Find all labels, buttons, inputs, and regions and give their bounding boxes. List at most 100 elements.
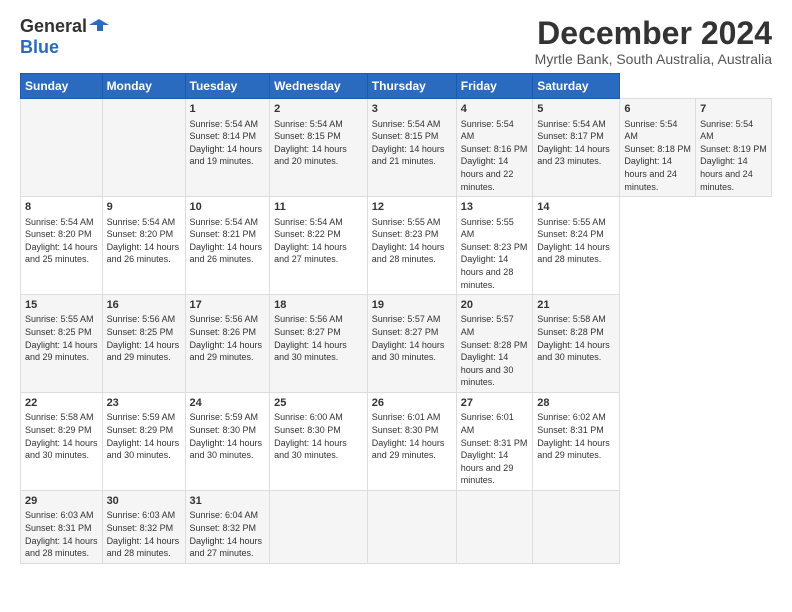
calendar-table: SundayMondayTuesdayWednesdayThursdayFrid… [20,73,772,564]
sunset-text: Sunset: 8:15 PM [372,131,439,141]
daylight-text: Daylight: 14 hours and 24 minutes. [700,156,753,191]
sunrise-text: Sunrise: 5:54 AM [372,119,441,129]
title-section: December 2024 Myrtle Bank, South Austral… [535,16,772,67]
daylight-text: Daylight: 14 hours and 30 minutes. [537,340,610,363]
sunset-text: Sunset: 8:23 PM [461,242,528,252]
column-header-sunday: Sunday [21,74,103,99]
header-row: SundayMondayTuesdayWednesdayThursdayFrid… [21,74,772,99]
sunrise-text: Sunrise: 5:56 AM [274,314,343,324]
header: General Blue December 2024 Myrtle Bank, … [20,16,772,67]
sunset-text: Sunset: 8:32 PM [107,523,174,533]
daylight-text: Daylight: 14 hours and 29 minutes. [372,438,445,461]
day-number: 2 [274,102,363,117]
calendar-cell: 11Sunrise: 5:54 AMSunset: 8:22 PMDayligh… [270,197,368,295]
calendar-cell: 14Sunrise: 5:55 AMSunset: 8:24 PMDayligh… [533,197,620,295]
day-number: 23 [107,396,181,411]
sunrise-text: Sunrise: 6:04 AM [190,510,259,520]
logo-text: General [20,16,109,37]
calendar-cell: 31Sunrise: 6:04 AMSunset: 8:32 PMDayligh… [185,491,270,564]
sunrise-text: Sunrise: 5:55 AM [537,217,606,227]
sunset-text: Sunset: 8:30 PM [190,425,257,435]
calendar-cell: 29Sunrise: 6:03 AMSunset: 8:31 PMDayligh… [21,491,103,564]
daylight-text: Daylight: 14 hours and 23 minutes. [537,144,610,167]
column-header-saturday: Saturday [533,74,620,99]
sunrise-text: Sunrise: 5:59 AM [190,412,259,422]
sunset-text: Sunset: 8:14 PM [190,131,257,141]
daylight-text: Daylight: 14 hours and 25 minutes. [25,242,98,265]
day-number: 16 [107,298,181,313]
week-row-2: 8Sunrise: 5:54 AMSunset: 8:20 PMDaylight… [21,197,772,295]
sunset-text: Sunset: 8:17 PM [537,131,604,141]
calendar-cell: 18Sunrise: 5:56 AMSunset: 8:27 PMDayligh… [270,295,368,393]
daylight-text: Daylight: 14 hours and 22 minutes. [461,156,514,191]
column-header-thursday: Thursday [367,74,456,99]
day-number: 22 [25,396,98,411]
calendar-cell [456,491,532,564]
day-number: 19 [372,298,452,313]
sunset-text: Sunset: 8:15 PM [274,131,341,141]
sunrise-text: Sunrise: 5:56 AM [190,314,259,324]
sunset-text: Sunset: 8:24 PM [537,229,604,239]
sunrise-text: Sunrise: 6:00 AM [274,412,343,422]
sunrise-text: Sunrise: 5:57 AM [461,314,514,337]
calendar-cell: 21Sunrise: 5:58 AMSunset: 8:28 PMDayligh… [533,295,620,393]
daylight-text: Daylight: 14 hours and 28 minutes. [461,254,514,289]
sunset-text: Sunset: 8:19 PM [700,144,767,154]
column-header-tuesday: Tuesday [185,74,270,99]
logo-blue-text: Blue [20,37,59,58]
main-title: December 2024 [535,16,772,51]
sunset-text: Sunset: 8:21 PM [190,229,257,239]
sunset-text: Sunset: 8:31 PM [25,523,92,533]
day-number: 10 [190,200,266,215]
page: General Blue December 2024 Myrtle Bank, … [0,0,792,612]
calendar-cell: 22Sunrise: 5:58 AMSunset: 8:29 PMDayligh… [21,393,103,491]
daylight-text: Daylight: 14 hours and 30 minutes. [274,438,347,461]
sunset-text: Sunset: 8:30 PM [372,425,439,435]
calendar-cell: 13Sunrise: 5:55 AMSunset: 8:23 PMDayligh… [456,197,532,295]
sunset-text: Sunset: 8:23 PM [372,229,439,239]
calendar-cell: 24Sunrise: 5:59 AMSunset: 8:30 PMDayligh… [185,393,270,491]
calendar-cell: 12Sunrise: 5:55 AMSunset: 8:23 PMDayligh… [367,197,456,295]
week-row-1: 1Sunrise: 5:54 AMSunset: 8:14 PMDaylight… [21,99,772,197]
calendar-cell: 4Sunrise: 5:54 AMSunset: 8:16 PMDaylight… [456,99,532,197]
day-number: 3 [372,102,452,117]
logo: General Blue [20,16,109,58]
day-number: 29 [25,494,98,509]
calendar-cell: 15Sunrise: 5:55 AMSunset: 8:25 PMDayligh… [21,295,103,393]
sunrise-text: Sunrise: 5:55 AM [372,217,441,227]
day-number: 4 [461,102,528,117]
daylight-text: Daylight: 14 hours and 19 minutes. [190,144,263,167]
calendar-cell: 9Sunrise: 5:54 AMSunset: 8:20 PMDaylight… [102,197,185,295]
sunset-text: Sunset: 8:29 PM [25,425,92,435]
day-number: 25 [274,396,363,411]
daylight-text: Daylight: 14 hours and 21 minutes. [372,144,445,167]
sunset-text: Sunset: 8:28 PM [537,327,604,337]
sunset-text: Sunset: 8:25 PM [107,327,174,337]
daylight-text: Daylight: 14 hours and 30 minutes. [107,438,180,461]
daylight-text: Daylight: 14 hours and 29 minutes. [190,340,263,363]
day-number: 18 [274,298,363,313]
sunrise-text: Sunrise: 5:54 AM [274,217,343,227]
calendar-cell: 20Sunrise: 5:57 AMSunset: 8:28 PMDayligh… [456,295,532,393]
calendar-cell [21,99,103,197]
sunset-text: Sunset: 8:25 PM [25,327,92,337]
day-number: 31 [190,494,266,509]
day-number: 8 [25,200,98,215]
daylight-text: Daylight: 14 hours and 28 minutes. [107,536,180,559]
daylight-text: Daylight: 14 hours and 29 minutes. [537,438,610,461]
calendar-cell: 1Sunrise: 5:54 AMSunset: 8:14 PMDaylight… [185,99,270,197]
daylight-text: Daylight: 14 hours and 27 minutes. [274,242,347,265]
week-row-5: 29Sunrise: 6:03 AMSunset: 8:31 PMDayligh… [21,491,772,564]
calendar-cell: 23Sunrise: 5:59 AMSunset: 8:29 PMDayligh… [102,393,185,491]
calendar-cell: 8Sunrise: 5:54 AMSunset: 8:20 PMDaylight… [21,197,103,295]
daylight-text: Daylight: 14 hours and 27 minutes. [190,536,263,559]
sunrise-text: Sunrise: 5:54 AM [190,119,259,129]
daylight-text: Daylight: 14 hours and 30 minutes. [190,438,263,461]
calendar-cell: 19Sunrise: 5:57 AMSunset: 8:27 PMDayligh… [367,295,456,393]
day-number: 12 [372,200,452,215]
day-number: 14 [537,200,615,215]
column-header-wednesday: Wednesday [270,74,368,99]
daylight-text: Daylight: 14 hours and 30 minutes. [372,340,445,363]
sunset-text: Sunset: 8:22 PM [274,229,341,239]
sunrise-text: Sunrise: 6:02 AM [537,412,606,422]
